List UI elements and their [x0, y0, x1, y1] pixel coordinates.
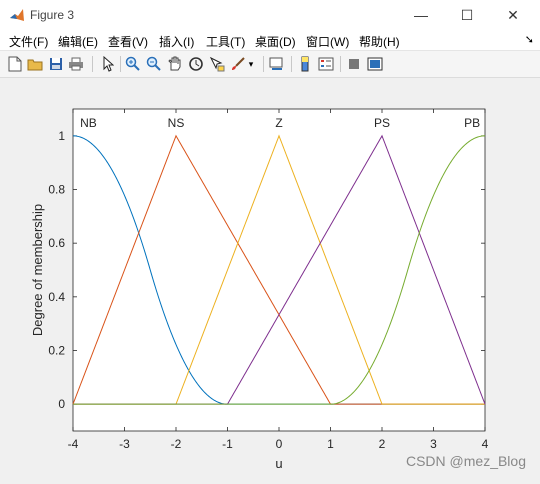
title-bar: Figure 3 — ☐ ✕ — [0, 0, 540, 30]
zoom-out-icon[interactable] — [145, 55, 163, 73]
menu-view[interactable]: 查看(V) — [108, 33, 148, 50]
x-tick-label: 0 — [276, 437, 283, 451]
link-plot-icon[interactable] — [268, 55, 286, 73]
new-figure-icon[interactable] — [6, 55, 24, 73]
y-tick-label: 0.4 — [48, 290, 65, 304]
brush-dropdown-icon[interactable]: ▾ — [246, 55, 256, 73]
minimize-button[interactable]: — — [398, 2, 444, 28]
x-tick-label: -4 — [68, 437, 79, 451]
x-axis-label: u — [275, 456, 282, 471]
brush-icon[interactable] — [229, 55, 247, 73]
menu-insert[interactable]: 插入(I) — [159, 33, 194, 50]
toolbar-separator — [340, 56, 341, 72]
x-tick-label: 3 — [430, 437, 437, 451]
toolbar: ▾ — [0, 51, 540, 78]
y-tick-label: 0.8 — [48, 183, 65, 197]
matlab-logo-icon — [10, 9, 24, 21]
y-tick-label: 1 — [58, 129, 65, 143]
membership-plot[interactable]: -4 -3 -2 -1 0 1 2 3 4 0 0.2 0.4 0.6 0.8 1 NB NS Z PS PB u… — [0, 78, 540, 479]
toolbar-separator — [92, 56, 93, 72]
x-tick-label: -2 — [171, 437, 182, 451]
x-tick-label: 4 — [482, 437, 489, 451]
mf-label-pb: PB — [464, 116, 480, 130]
menu-help[interactable]: 帮助(H) — [359, 33, 400, 50]
watermark: CSDN @mez_Blog — [405, 453, 526, 469]
x-tick-label: -1 — [222, 437, 233, 451]
menu-edit[interactable]: 编辑(E) — [58, 33, 98, 50]
open-file-icon[interactable] — [26, 55, 44, 73]
menu-file[interactable]: 文件(F) — [9, 33, 48, 50]
x-tick-label: 1 — [327, 437, 334, 451]
menu-bar: 文件(F) 编辑(E) 查看(V) 插入(I) 工具(T) 桌面(D) 窗口(W… — [0, 30, 540, 51]
y-tick-label: 0.2 — [48, 344, 65, 358]
window-title: Figure 3 — [30, 8, 75, 22]
y-tick-label: 0.6 — [48, 236, 65, 250]
figure-canvas[interactable]: -4 -3 -2 -1 0 1 2 3 4 0 0.2 0.4 0.6 0.8 1 NB NS Z PS PB u… — [0, 78, 540, 479]
y-tick-label: 0 — [58, 397, 65, 411]
menu-dock-arrow-icon[interactable]: ➘ — [525, 33, 534, 46]
mf-label-ps: PS — [374, 116, 390, 130]
mf-label-nb: NB — [80, 116, 97, 130]
select-arrow-icon[interactable] — [99, 55, 117, 73]
legend-icon[interactable] — [317, 55, 335, 73]
x-tick-label: -3 — [119, 437, 130, 451]
rotate-3d-icon[interactable] — [187, 55, 205, 73]
axes-area[interactable] — [72, 108, 486, 432]
maximize-button[interactable]: ☐ — [444, 2, 490, 28]
x-tick-label: 2 — [379, 437, 386, 451]
menu-tools[interactable]: 工具(T) — [206, 33, 245, 50]
print-icon[interactable] — [67, 55, 85, 73]
data-cursor-icon[interactable] — [208, 55, 226, 73]
toolbar-separator — [263, 56, 264, 72]
pan-hand-icon[interactable] — [166, 55, 184, 73]
mf-label-z: Z — [275, 116, 282, 130]
mf-label-ns: NS — [168, 116, 185, 130]
menu-desktop[interactable]: 桌面(D) — [255, 33, 296, 50]
save-icon[interactable] — [47, 55, 65, 73]
toolbar-separator — [291, 56, 292, 72]
toolbar-separator — [120, 56, 121, 72]
menu-window[interactable]: 窗口(W) — [306, 33, 349, 50]
close-button[interactable]: ✕ — [490, 2, 536, 28]
y-axis-label: Degree of membership — [30, 204, 45, 336]
zoom-in-icon[interactable] — [124, 55, 142, 73]
hide-plot-tools-icon[interactable] — [345, 55, 363, 73]
colorbar-icon[interactable] — [296, 55, 314, 73]
show-plot-tools-icon[interactable] — [366, 55, 384, 73]
